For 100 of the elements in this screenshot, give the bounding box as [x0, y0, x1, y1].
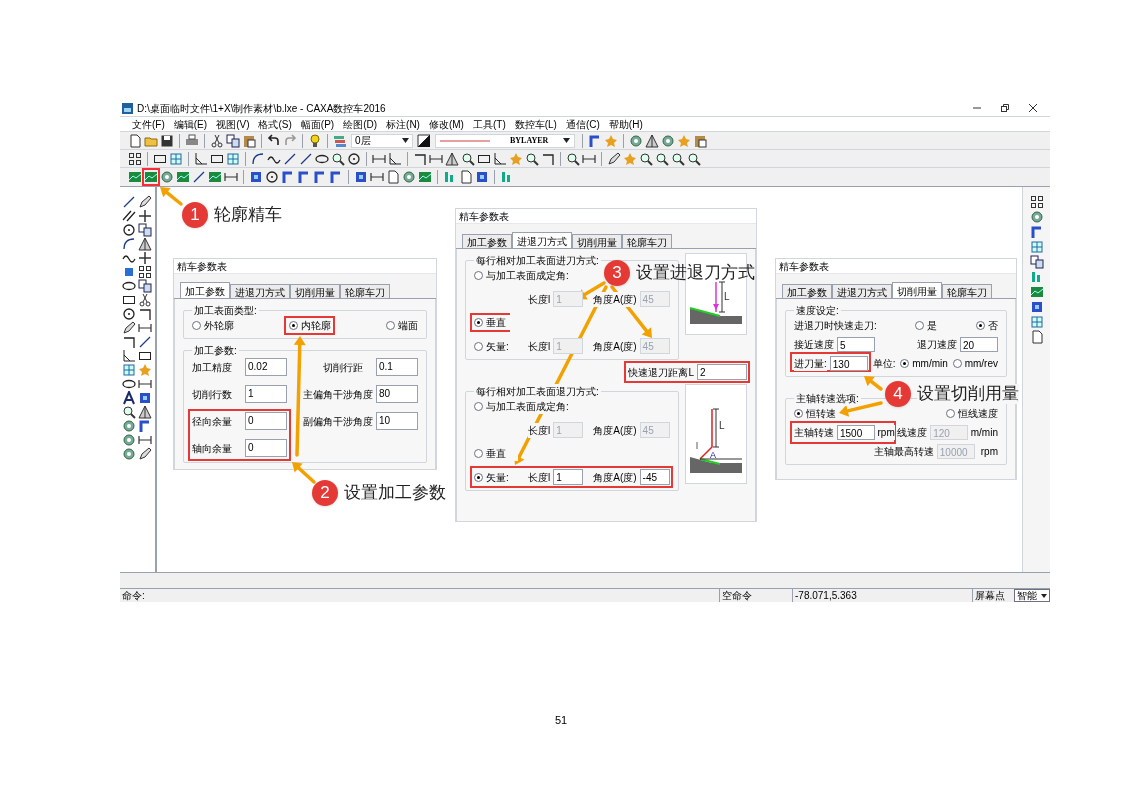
dialog-tab[interactable]: 进退刀方式	[230, 284, 290, 298]
ellipse-icon[interactable]	[122, 279, 136, 293]
input-field[interactable]: 130	[829, 356, 868, 371]
circle-icon[interactable]	[347, 151, 361, 166]
radio-button[interactable]: 否	[976, 318, 998, 333]
grid-icon[interactable]	[1029, 195, 1044, 209]
hatch-icon[interactable]	[1029, 240, 1044, 254]
dimension-icon[interactable]	[224, 170, 238, 184]
close-icon[interactable]	[1028, 103, 1038, 113]
magnifier-icon[interactable]	[525, 151, 539, 166]
magnifier-icon[interactable]	[461, 151, 475, 166]
printer-icon[interactable]	[185, 133, 199, 148]
profile-icon[interactable]	[418, 170, 432, 184]
line-icon[interactable]	[192, 170, 206, 184]
input-field[interactable]: 1	[245, 385, 287, 403]
input-field[interactable]: 5	[837, 337, 875, 352]
line-icon[interactable]	[283, 151, 297, 166]
input-field[interactable]: -45	[639, 469, 670, 485]
hatch-icon[interactable]	[1029, 315, 1044, 329]
dialog-tab[interactable]: 切削用量	[892, 282, 942, 298]
dialog-tab[interactable]: 切削用量	[290, 284, 340, 298]
menu-item[interactable]: 编辑(E)	[173, 116, 208, 132]
page-icon[interactable]	[1029, 330, 1044, 344]
line-icon[interactable]	[299, 151, 313, 166]
radio-button[interactable]: mm/min	[900, 356, 948, 371]
rectangle-icon[interactable]	[137, 349, 152, 363]
menu-item[interactable]: 视图(V)	[216, 116, 250, 132]
axes-icon[interactable]	[388, 151, 402, 166]
input-field[interactable]: 2	[697, 364, 747, 380]
dimension-icon[interactable]	[137, 433, 152, 447]
restore-icon[interactable]	[1000, 103, 1010, 113]
menu-item[interactable]: 标注(N)	[386, 116, 420, 132]
move-icon[interactable]	[137, 209, 152, 223]
block-icon[interactable]	[354, 170, 368, 184]
dialog-tab[interactable]: 轮廓车刀	[622, 234, 672, 248]
radio-button[interactable]: mm/rev	[952, 356, 998, 371]
snap-dropdown[interactable]: 智能	[1014, 589, 1050, 602]
circle-icon[interactable]	[122, 307, 136, 321]
dialog-tab[interactable]: 进退刀方式	[832, 284, 892, 298]
input-field[interactable]: 1500	[837, 425, 875, 440]
corner-icon[interactable]	[122, 335, 136, 349]
triangle-icon[interactable]	[137, 405, 152, 419]
layer-dropdown[interactable]: 0层	[351, 133, 413, 148]
input-field[interactable]: 0.1	[376, 358, 418, 376]
copy-icon[interactable]	[137, 223, 152, 237]
grid-icon[interactable]	[137, 265, 152, 279]
copy-icon[interactable]	[1029, 255, 1044, 269]
undo-icon[interactable]	[267, 133, 281, 148]
radio-button[interactable]: 外轮廓	[192, 318, 234, 333]
input-field[interactable]: 1	[553, 469, 584, 485]
move-icon[interactable]	[137, 251, 152, 265]
block-icon[interactable]	[249, 170, 263, 184]
square-icon[interactable]	[122, 265, 136, 279]
radio-button[interactable]: 端面	[386, 318, 418, 333]
magnifier-icon[interactable]	[566, 151, 580, 166]
profile-icon[interactable]	[208, 170, 222, 184]
input-field[interactable]: 80	[376, 385, 418, 403]
pencil-icon[interactable]	[137, 447, 152, 461]
layers-icon[interactable]	[333, 133, 347, 148]
menu-item[interactable]: 文件(F)	[132, 116, 165, 132]
dimension-icon[interactable]	[137, 321, 152, 335]
profile-icon[interactable]	[176, 170, 190, 184]
magnifier-icon[interactable]	[331, 151, 345, 166]
corner-icon[interactable]	[137, 307, 152, 321]
dialog-tab[interactable]: 加工参数	[462, 234, 512, 248]
page-icon[interactable]	[128, 133, 142, 148]
scissors-icon[interactable]	[137, 293, 152, 307]
copy-icon[interactable]	[226, 133, 240, 148]
dimension-icon[interactable]	[370, 170, 384, 184]
parallel-lines-icon[interactable]	[122, 209, 136, 223]
magnifier-icon[interactable]	[122, 405, 136, 419]
block-icon[interactable]	[1029, 300, 1044, 314]
corner-icon[interactable]	[413, 151, 427, 166]
dialog-tab[interactable]: 加工参数	[180, 282, 230, 298]
input-field[interactable]: 0	[245, 439, 287, 457]
pencil-icon[interactable]	[607, 151, 621, 166]
dialog-tab[interactable]: 轮廓车刀	[340, 284, 390, 298]
pencil-icon[interactable]	[137, 195, 152, 209]
magnifier-icon[interactable]	[639, 151, 653, 166]
magnifier-icon[interactable]	[671, 151, 685, 166]
menu-item[interactable]: 数控车(L)	[514, 116, 557, 132]
clipboard-icon[interactable]	[242, 133, 256, 148]
radio-button[interactable]: 内轮廓	[289, 318, 331, 333]
menu-item[interactable]: 幅面(P)	[300, 116, 335, 132]
rectangle-icon[interactable]	[122, 293, 136, 307]
dialog-tab[interactable]: 轮廓车刀	[942, 284, 992, 298]
circle-icon[interactable]	[122, 223, 136, 237]
lightbulb-icon[interactable]	[308, 133, 322, 148]
axes-icon[interactable]	[122, 349, 136, 363]
pencil-icon[interactable]	[122, 321, 136, 335]
magnifier-icon[interactable]	[687, 151, 701, 166]
scissors-icon[interactable]	[210, 133, 224, 148]
profile-icon[interactable]	[1029, 285, 1044, 299]
arc-icon[interactable]	[122, 237, 136, 251]
line-icon[interactable]	[122, 195, 136, 209]
menu-item[interactable]: 工具(T)	[472, 116, 506, 132]
magnifier-icon[interactable]	[655, 151, 669, 166]
text-tool-icon[interactable]	[122, 391, 136, 405]
menu-item[interactable]: 格式(S)	[258, 116, 292, 132]
dialog-tab[interactable]: 进退刀方式	[512, 232, 572, 248]
